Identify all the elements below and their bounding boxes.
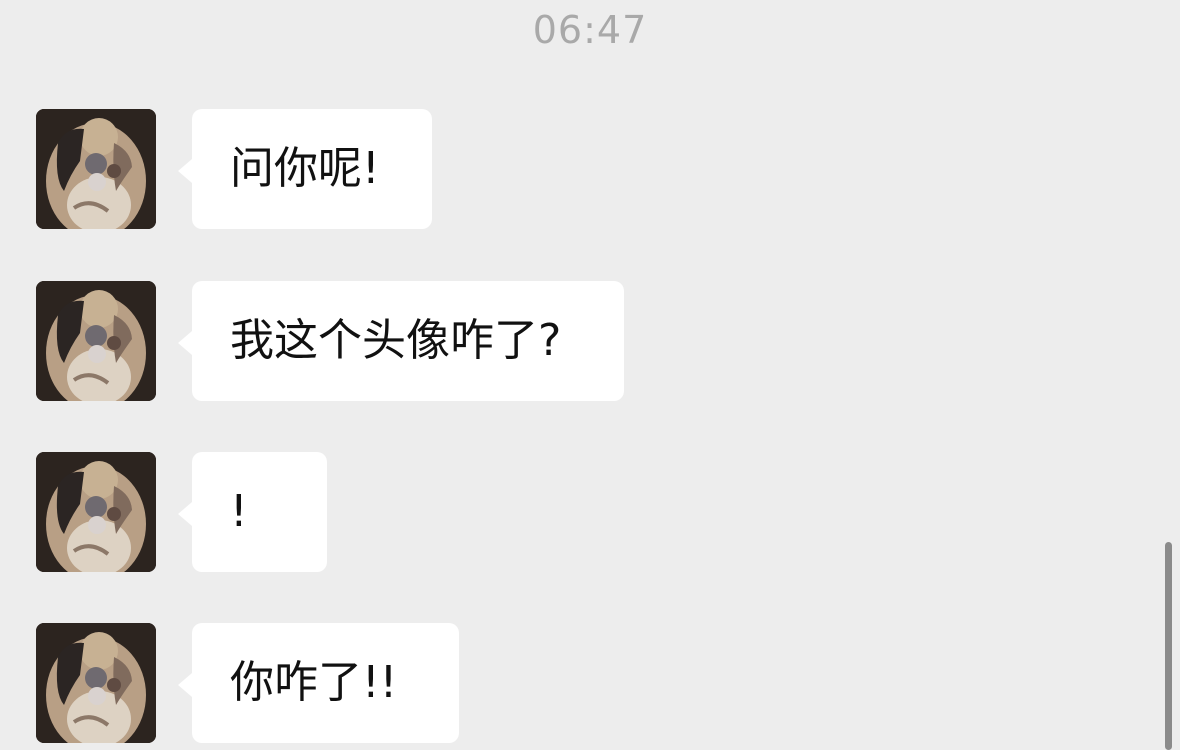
message-timestamp: 06:47 [532,8,648,52]
message-bubble[interactable]: 我这个头像咋了? [178,281,624,401]
message-bubble[interactable]: 问你呢! [178,109,432,229]
message-bubble[interactable]: 你咋了!! [178,623,459,743]
user-avatar-icon[interactable] [36,452,156,572]
message-text: 我这个头像咋了? [230,315,562,366]
message-bubble[interactable]: ! [178,452,327,572]
vertical-scrollbar[interactable] [1165,542,1172,750]
message-text: 你咋了!! [230,657,398,708]
user-avatar-icon[interactable] [36,109,156,229]
message-text: ! [230,486,248,537]
user-avatar-icon[interactable] [36,281,156,401]
chat-message-list[interactable]: 06:47 问你呢! 我这个头像咋了? ! 你咋了!! [0,0,1180,750]
user-avatar-icon[interactable] [36,623,156,743]
message-text: 问你呢! [230,143,380,194]
